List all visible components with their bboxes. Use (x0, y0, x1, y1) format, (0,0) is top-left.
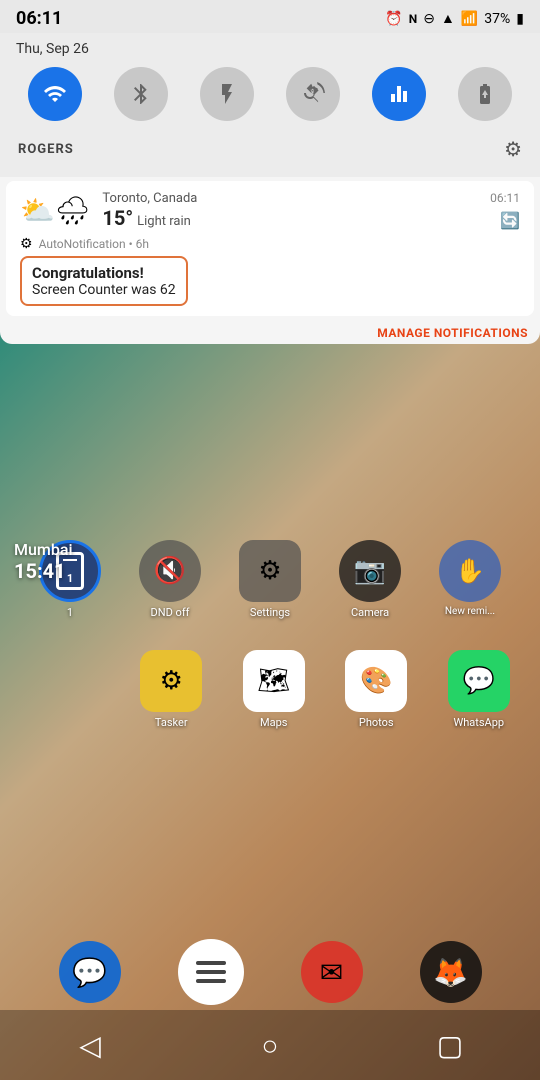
settings-label: Settings (250, 606, 290, 619)
status-time: 06:11 (16, 8, 62, 29)
dock-messenger[interactable]: 💬 (59, 941, 121, 1003)
congrats-title: Congratulations! (32, 264, 176, 282)
manage-notifications-button[interactable]: MANAGE NOTIFICATIONS (0, 320, 540, 344)
carrier-row: ROGERS ⚙ (12, 133, 528, 165)
flashlight-toggle[interactable] (200, 67, 254, 121)
battery-level: 37% (484, 11, 510, 27)
congrats-body: Screen Counter was 62 (32, 282, 176, 298)
maps-label: Maps (260, 716, 287, 729)
app-photos[interactable]: 🎨 Photos (336, 650, 416, 729)
messenger-icon: 💬 (72, 956, 107, 989)
equalizer-toggle[interactable] (372, 67, 426, 121)
status-bar: 06:11 ⏰ N ⊖ ▲ 📶 37% ▮ (0, 0, 540, 33)
notif-header: ⛅🌧 Toronto, Canada 15° Light rain 06:11 … (20, 191, 520, 230)
recents-icon: ▢ (437, 1029, 463, 1062)
date-row: Thu, Sep 26 (12, 41, 528, 57)
weather-info: Toronto, Canada 15° Light rain (102, 191, 197, 230)
home-icon: ○ (262, 1029, 279, 1062)
congrats-box: Congratulations! Screen Counter was 62 (20, 256, 188, 306)
dnd-label: DND off (151, 606, 190, 619)
navigation-bar: ◁ ○ ▢ (0, 1010, 540, 1080)
weather-temp-desc: 15° Light rain (102, 206, 197, 230)
auto-notif-label: AutoNotification • 6h (39, 237, 149, 251)
home-apps-row1: 1 1 🔇 DND off ⚙ Settings 📷 Camera ✋ New … (0, 540, 540, 619)
status-icons: ⏰ N ⊖ ▲ 📶 37% ▮ (385, 10, 524, 27)
dock-firefox[interactable]: 🦊 (420, 941, 482, 1003)
weather-temperature: 15° (102, 206, 133, 230)
alarm-icon: ⏰ (385, 11, 402, 27)
app-maps[interactable]: 🗺 Maps (234, 650, 314, 729)
battery-saver-toggle[interactable] (458, 67, 512, 121)
reminder-icon: ✋ (439, 540, 501, 602)
dnd-icon: 🔇 (139, 540, 201, 602)
camera-icon: 📷 (339, 540, 401, 602)
dock: 💬 ✉ 🦊 (0, 939, 540, 1005)
recents-button[interactable]: ▢ (425, 1020, 475, 1070)
clock-widget: Mumbai 15:41 (14, 540, 73, 583)
rotate-toggle[interactable] (286, 67, 340, 121)
signal-icon: 📶 (461, 11, 478, 27)
app-camera[interactable]: 📷 Camera (330, 540, 410, 619)
reminder-label: New remi... (445, 606, 495, 617)
clock-time: 15:41 (14, 559, 73, 583)
dock-center-button[interactable] (178, 939, 244, 1005)
dnd-icon: ⊖ (423, 11, 435, 27)
back-button[interactable]: ◁ (65, 1020, 115, 1070)
app-new-reminder[interactable]: ✋ New remi... (430, 540, 510, 619)
hamburger-icon (196, 961, 226, 983)
auto-notif-header: ⚙ AutoNotification • 6h (20, 236, 520, 252)
quick-toggles (12, 67, 528, 121)
date-text: Thu, Sep 26 (16, 41, 89, 57)
weather-description: Light rain (137, 214, 191, 229)
settings-gear-icon[interactable]: ⚙ (504, 137, 522, 161)
battery-icon: ▮ (516, 11, 524, 27)
carrier-name: ROGERS (18, 142, 74, 157)
weather-icon: ⛅🌧 (20, 194, 90, 227)
whatsapp-label: WhatsApp (453, 716, 504, 729)
home-button[interactable]: ○ (245, 1020, 295, 1070)
gmail-icon: ✉ (320, 956, 343, 989)
clock-city: Mumbai (14, 540, 73, 559)
tasker-label: Tasker (155, 716, 188, 729)
app-settings[interactable]: ⚙ Settings (230, 540, 310, 619)
settings-app-icon: ⚙ (239, 540, 301, 602)
photos-icon: 🎨 (345, 650, 407, 712)
maps-icon: 🗺 (243, 650, 305, 712)
quick-settings: Thu, Sep 26 (0, 33, 540, 177)
wifi-status-icon: ▲ (441, 10, 455, 27)
bluetooth-toggle[interactable] (114, 67, 168, 121)
weather-location: Toronto, Canada (102, 191, 197, 206)
auto-notif-icon: ⚙ (20, 236, 33, 252)
weather-row: ⛅🌧 Toronto, Canada 15° Light rain (20, 191, 197, 230)
app-tasker[interactable]: ⚙ Tasker (131, 650, 211, 729)
app-whatsapp[interactable]: 💬 WhatsApp (439, 650, 519, 729)
weather-notif-time: 06:11 (490, 191, 520, 205)
wifi-toggle[interactable] (28, 67, 82, 121)
tasker-icon: ⚙ (140, 650, 202, 712)
photos-label: Photos (359, 716, 394, 729)
home-apps-row2: ⚙ Tasker 🗺 Maps 🎨 Photos 💬 WhatsApp (110, 650, 540, 729)
dock-gmail[interactable]: ✉ (301, 941, 363, 1003)
refresh-icon[interactable]: 🔄 (500, 211, 520, 230)
firefox-icon: 🦊 (433, 956, 468, 989)
back-icon: ◁ (79, 1029, 101, 1062)
app-dnd[interactable]: 🔇 DND off (130, 540, 210, 619)
weather-notification: ⛅🌧 Toronto, Canada 15° Light rain 06:11 … (6, 181, 534, 316)
nfc-icon: N (409, 12, 417, 26)
notification-panel: 06:11 ⏰ N ⊖ ▲ 📶 37% ▮ Thu, Sep 26 (0, 0, 540, 344)
screen-counter-label: 1 (67, 606, 73, 619)
camera-label: Camera (351, 606, 389, 619)
whatsapp-icon: 💬 (448, 650, 510, 712)
